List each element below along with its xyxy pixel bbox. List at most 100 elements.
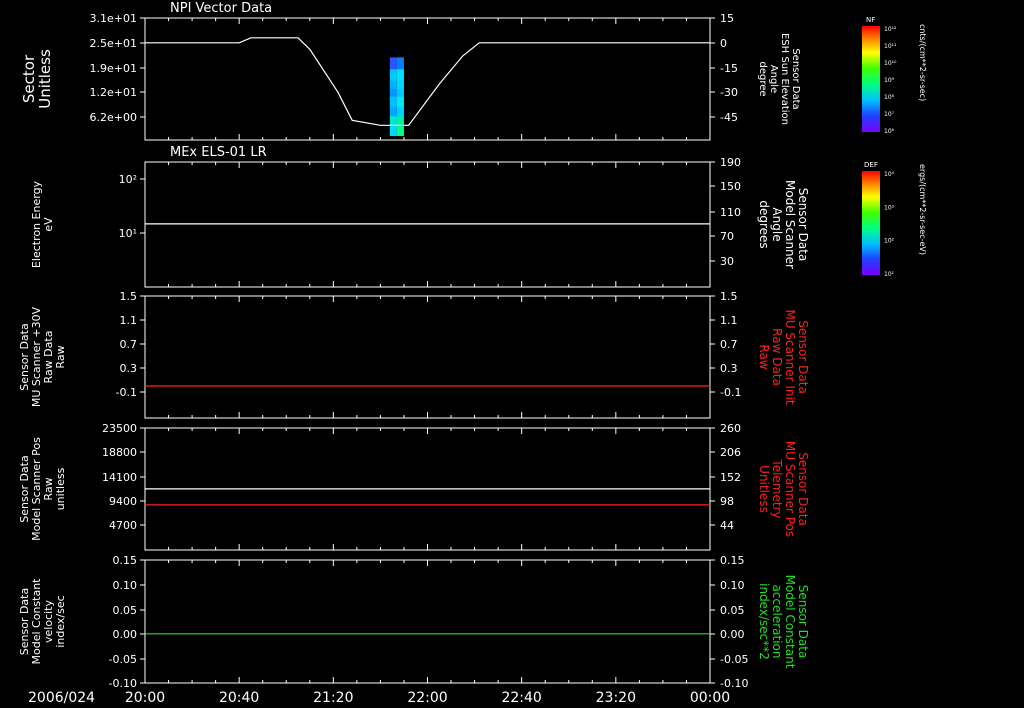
heatmap-cell xyxy=(396,57,404,70)
colorbar-def-title: DEF xyxy=(864,161,878,169)
right-y-tick-label: -15 xyxy=(720,62,738,75)
y-tick-label: -0.1 xyxy=(116,386,137,399)
heatmap-cell xyxy=(389,124,397,137)
colorbar-tick-label: 10¹¹ xyxy=(884,43,897,50)
right-axis-label: acceleration xyxy=(770,585,784,659)
heatmap-cell xyxy=(389,69,397,81)
x-tick-label: 22:00 xyxy=(407,690,447,706)
right-y-tick-label: -30 xyxy=(720,86,738,99)
date-label: 2006/024 xyxy=(28,690,95,706)
y-tick-label: 4700 xyxy=(109,519,137,532)
series-line xyxy=(145,37,710,126)
y-tick-label: 18800 xyxy=(102,446,137,459)
colorbar-nf-gradient xyxy=(862,26,880,132)
x-tick-label: 20:00 xyxy=(125,690,165,706)
panel-frame xyxy=(144,17,711,141)
right-y-tick-label: 206 xyxy=(720,446,741,459)
y-axis-label: unitless xyxy=(54,467,67,510)
right-y-tick-label: 44 xyxy=(720,519,734,532)
colorbar-nf: NF 10¹² 10¹¹ 10¹⁰ 10⁹ 10⁸ 10⁷ 10⁶ cnts/(cm**2-… xyxy=(862,16,927,135)
colorbar-tick-label: 10³ xyxy=(884,204,895,211)
y-tick-label: 1.9e+01 xyxy=(90,62,137,75)
colorbar-nf-title: NF xyxy=(866,16,875,24)
y-tick-label: 14100 xyxy=(102,471,137,484)
colorbar-tick-label: 10¹² xyxy=(884,26,897,33)
right-y-tick-label: 1.5 xyxy=(720,290,738,303)
right-y-tick-label: -45 xyxy=(720,111,738,124)
panel-2: MEx ELS-01 LR10²10¹1901501107030Electron… xyxy=(30,145,810,288)
colorbar-tick-label: 10¹ xyxy=(884,271,895,278)
y-tick-label: 1.2e+01 xyxy=(90,86,137,99)
right-y-tick-label: -0.10 xyxy=(720,677,748,690)
colorbar-tick-label: 10⁷ xyxy=(884,111,895,118)
right-axis-label: degrees xyxy=(757,200,771,248)
right-y-tick-label: 0.15 xyxy=(720,554,745,567)
y-axis-label: Raw xyxy=(54,345,67,368)
right-axis-label: Model Constant xyxy=(783,575,797,669)
right-axis-label: MU Scanner Pos xyxy=(783,441,797,537)
x-tick-label: 23:20 xyxy=(596,690,636,706)
colorbar-def: DEF 10⁴ 10³ 10² 10¹ ergs/(cm**2-sr-sec-eV) xyxy=(862,161,927,278)
right-axis-label: Telemetry xyxy=(770,458,784,518)
y-tick-label: 0.10 xyxy=(113,579,138,592)
y-axis-label: eV xyxy=(42,217,55,232)
colorbar-tick-label: 10² xyxy=(884,238,895,245)
y-tick-label: 3.1e+01 xyxy=(90,12,137,25)
right-axis-label: Angle xyxy=(770,207,784,241)
right-axis-label: ESH Sun Elevation xyxy=(779,33,790,125)
right-y-tick-label: 190 xyxy=(720,156,741,169)
right-y-tick-label: 1.1 xyxy=(720,314,738,327)
colorbar-def-unit: ergs/(cm**2-sr-sec-eV) xyxy=(918,164,927,255)
y-tick-label: 0.00 xyxy=(113,628,138,641)
right-y-tick-label: 260 xyxy=(720,422,741,435)
right-axis-label: Sensor Data xyxy=(796,320,810,394)
right-axis-label: Unitless xyxy=(757,465,771,513)
x-tick-label: 00:00 xyxy=(690,690,730,706)
right-y-tick-label: 15 xyxy=(720,12,734,25)
colorbar-nf-unit: cnts/(cm**2-sr-sec) xyxy=(918,24,927,101)
right-y-tick-label: -0.05 xyxy=(720,653,748,666)
right-axis-label: degree xyxy=(757,61,768,96)
heatmap-cell xyxy=(396,124,404,137)
panel-4: 23500 18800 14100 9400 4700 260 206 152 98 44 Sens… xyxy=(18,422,810,551)
heatmap-cell xyxy=(396,69,404,81)
colorbar-tick-label: 10⁶ xyxy=(884,128,895,135)
plot-canvas: NPI Vector Data 3.1e+01 2.5e+01 1.9e+01 1.2e… xyxy=(18,1,927,706)
right-axis-label: Sensor Data xyxy=(796,452,810,526)
right-y-tick-label: 152 xyxy=(720,471,741,484)
y-tick-label: 2.5e+01 xyxy=(90,37,137,50)
right-y-tick-label: 150 xyxy=(720,180,741,193)
right-y-tick-label: 0.7 xyxy=(720,338,738,351)
panel-5: 0.15 0.10 0.05 0.00 -0.05 -0.10 0.15 0.10 0.05 0.… xyxy=(18,554,810,690)
right-axis-label: Sensor Data xyxy=(796,585,810,659)
y-axis-label: Unitless xyxy=(36,49,54,109)
x-tick-label: 21:20 xyxy=(313,690,353,706)
panel-title: NPI Vector Data xyxy=(170,1,272,16)
right-axis-label: Sensor Data xyxy=(790,48,801,109)
heatmap-cell xyxy=(389,57,397,70)
y-tick-label: 23500 xyxy=(102,422,137,435)
panel-3: 1.5 1.1 0.7 0.3 -0.1 1.5 1.1 0.7 0.3 -0.1 Sensor D… xyxy=(18,290,810,419)
right-y-tick-label: 0.10 xyxy=(720,579,745,592)
y-tick-label: -0.05 xyxy=(109,653,137,666)
colorbar-tick-label: 10⁹ xyxy=(884,77,895,84)
x-tick-label: 20:40 xyxy=(219,690,259,706)
right-axis-label: Sensor Data xyxy=(796,188,810,262)
y-tick-label: 10¹ xyxy=(119,227,137,240)
colorbar-tick-label: 10⁴ xyxy=(884,171,895,178)
y-tick-label: 0.15 xyxy=(113,554,138,567)
y-tick-label: 1.1 xyxy=(120,314,138,327)
right-y-tick-label: 0.00 xyxy=(720,628,745,641)
colorbar-tick-label: 10⁸ xyxy=(884,94,895,101)
y-tick-label: 6.2e+00 xyxy=(90,111,137,124)
y-tick-label: 0.05 xyxy=(113,604,138,617)
y-tick-label: -0.10 xyxy=(109,677,137,690)
y-tick-label: 0.3 xyxy=(120,362,138,375)
right-y-tick-label: 110 xyxy=(720,206,741,219)
right-axis-label: Raw xyxy=(757,344,771,369)
right-axis-label: Angle xyxy=(768,65,779,93)
colorbar-def-gradient xyxy=(862,171,880,275)
y-axis-label: index/sec xyxy=(54,595,67,647)
right-y-tick-label: 0 xyxy=(720,37,727,50)
right-y-tick-label: -0.1 xyxy=(720,386,741,399)
